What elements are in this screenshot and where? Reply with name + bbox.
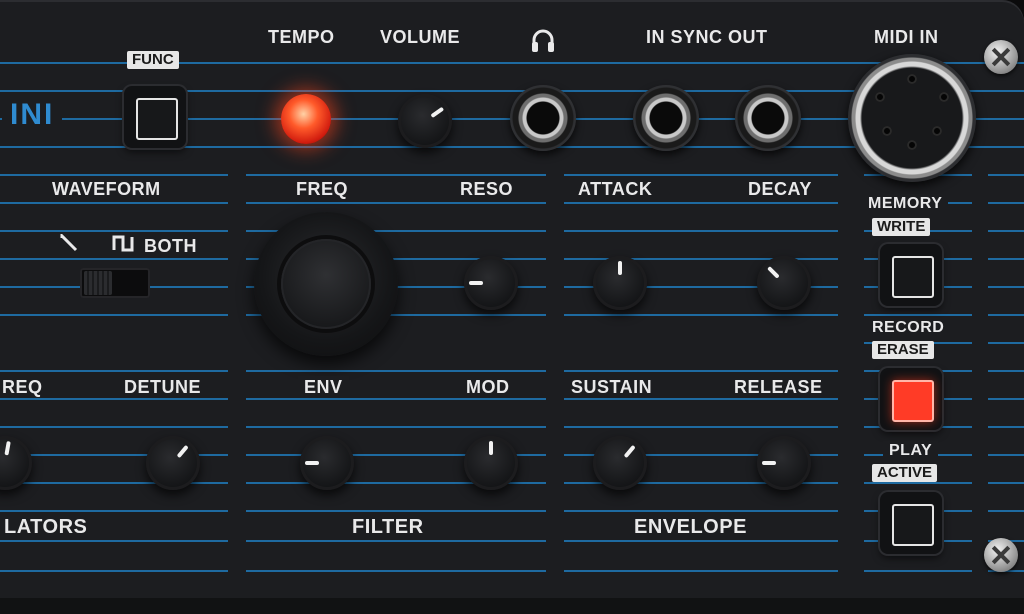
erase-tag: ERASE (872, 341, 934, 359)
volume-knob[interactable] (398, 94, 452, 148)
envelope-section-label: ENVELOPE (628, 516, 753, 538)
release-knob[interactable] (757, 436, 811, 490)
reso-label: RESO (454, 178, 520, 200)
detune-knob[interactable] (146, 436, 200, 490)
decay-knob[interactable] (757, 256, 811, 310)
sync-label: IN SYNC OUT (640, 26, 774, 48)
osc-freq-label: REQ (0, 376, 49, 398)
square-wave-icon (108, 234, 138, 257)
midi-in-port[interactable] (848, 54, 976, 182)
mod-label: MOD (460, 376, 516, 398)
env-knob[interactable] (300, 436, 354, 490)
memory-write-button[interactable] (880, 244, 942, 306)
waveform-label: WAVEFORM (46, 178, 167, 200)
oscillators-section-label: LATORS (0, 516, 94, 538)
brand-logo: INI (2, 98, 63, 132)
attack-knob[interactable] (593, 256, 647, 310)
filter-freq-knob[interactable] (254, 212, 398, 356)
env-label: ENV (298, 376, 349, 398)
screw-top-icon (984, 40, 1018, 74)
bottom-bezel (0, 598, 1024, 614)
synth-panel: INI FUNC TEMPO VOLUME IN SYNC OUT MIDI I… (0, 0, 1024, 600)
volume-label: VOLUME (374, 26, 467, 48)
wave-both-label: BOTH (138, 235, 203, 257)
headphone-jack[interactable] (510, 85, 576, 151)
record-label: RECORD (866, 318, 951, 338)
tempo-label: TEMPO (262, 26, 341, 48)
active-tag: ACTIVE (872, 464, 938, 482)
decay-label: DECAY (742, 178, 818, 200)
sustain-label: SUSTAIN (565, 376, 659, 398)
detune-label: DETUNE (118, 376, 208, 398)
sync-in-jack[interactable] (633, 85, 699, 151)
play-active-button[interactable] (880, 492, 942, 554)
headphones-icon (527, 28, 559, 54)
memory-label: MEMORY (862, 194, 949, 214)
filter-freq-label: FREQ (290, 178, 355, 200)
release-label: RELEASE (728, 376, 829, 398)
tempo-led[interactable] (281, 94, 331, 144)
record-erase-button[interactable] (880, 368, 942, 430)
reso-knob[interactable] (464, 256, 518, 310)
attack-label: ATTACK (572, 178, 659, 200)
sustain-knob[interactable] (593, 436, 647, 490)
waveform-switch[interactable] (80, 268, 150, 298)
write-tag: WRITE (872, 218, 931, 236)
saw-wave-icon (56, 232, 84, 257)
play-label: PLAY (883, 441, 939, 461)
midi-in-label: MIDI IN (868, 26, 945, 48)
sync-out-jack[interactable] (735, 85, 801, 151)
mod-knob[interactable] (464, 436, 518, 490)
filter-section-label: FILTER (346, 516, 430, 538)
func-button[interactable] (124, 86, 186, 148)
func-tag: FUNC (127, 51, 179, 69)
screw-bottom-icon (984, 538, 1018, 572)
